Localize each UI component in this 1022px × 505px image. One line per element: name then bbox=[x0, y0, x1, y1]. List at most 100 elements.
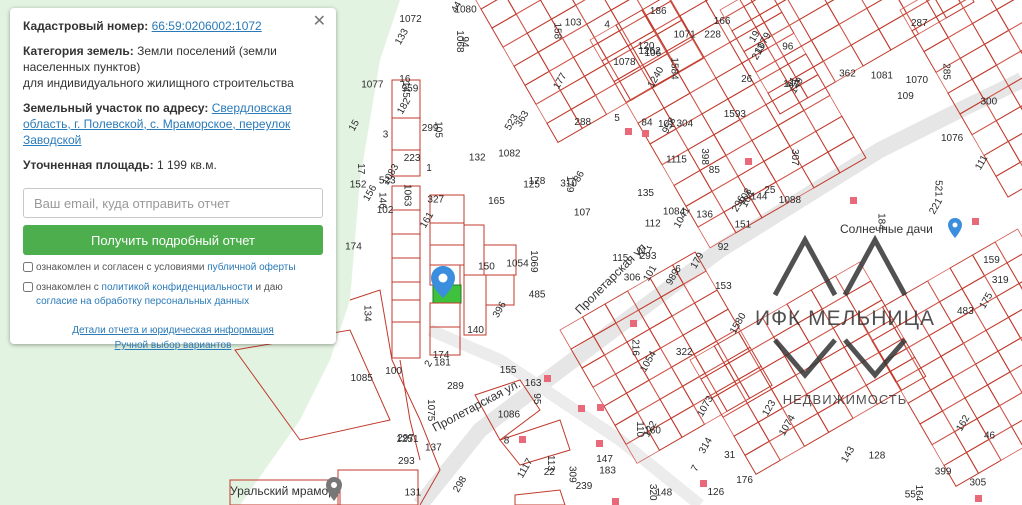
parcel-outline[interactable] bbox=[703, 41, 743, 79]
parcel-outline[interactable] bbox=[671, 302, 707, 336]
parcel-outline[interactable] bbox=[786, 0, 828, 21]
parcel-outline[interactable] bbox=[1010, 412, 1022, 448]
parcel-outline[interactable] bbox=[765, 89, 805, 127]
parcel-outline[interactable] bbox=[599, 0, 636, 11]
parcel-outline[interactable] bbox=[986, 371, 1022, 407]
parcel-outline[interactable] bbox=[850, 28, 892, 67]
parcel-outline[interactable] bbox=[513, 51, 550, 86]
parcel-outline[interactable] bbox=[648, 315, 684, 349]
parcel-outline[interactable] bbox=[713, 119, 753, 157]
parcel-outline[interactable] bbox=[838, 7, 880, 46]
parcel-outline[interactable] bbox=[725, 139, 765, 177]
parcel-outline[interactable] bbox=[931, 431, 968, 467]
consent-privacy-checkbox[interactable] bbox=[23, 282, 33, 292]
parcel-outline[interactable] bbox=[751, 124, 791, 162]
parcel-number: 186 bbox=[650, 6, 667, 17]
parcel-outline[interactable] bbox=[984, 0, 1022, 11]
parcel-outline[interactable] bbox=[700, 364, 737, 399]
parcel-outline[interactable] bbox=[777, 109, 817, 147]
parcel-outline[interactable] bbox=[659, 385, 695, 419]
parcel-number: 152 bbox=[350, 180, 367, 191]
parcel-outline[interactable] bbox=[1007, 126, 1022, 163]
parcel-outline[interactable] bbox=[971, 8, 1010, 46]
manual-select-link[interactable]: Ручной выбор вариантов bbox=[115, 338, 232, 353]
parcel-outline[interactable] bbox=[733, 421, 770, 456]
parcel-outline[interactable] bbox=[1006, 249, 1022, 285]
parcel-outline[interactable] bbox=[689, 345, 726, 380]
parcel-outline[interactable] bbox=[947, 23, 986, 59]
close-icon[interactable]: ✕ bbox=[313, 14, 326, 30]
parcel-outline[interactable] bbox=[983, 29, 1022, 66]
poi-marker-icon[interactable] bbox=[326, 477, 342, 501]
poi-label[interactable]: Уральский мрамор bbox=[230, 484, 335, 498]
email-input[interactable] bbox=[23, 188, 323, 218]
parcel-outline[interactable] bbox=[581, 354, 617, 388]
parcel-outline[interactable] bbox=[670, 353, 706, 387]
parcel-outline[interactable] bbox=[693, 340, 729, 374]
parcel-outline[interactable] bbox=[625, 379, 661, 413]
parcel-outline[interactable] bbox=[603, 392, 639, 426]
parcel-outline[interactable] bbox=[798, 2, 840, 42]
parcel-outline[interactable] bbox=[1008, 15, 1022, 52]
parcel-outline[interactable] bbox=[949, 254, 986, 290]
parcel-outline[interactable] bbox=[693, 0, 733, 2]
parcel-outline[interactable] bbox=[667, 0, 707, 17]
parcel-outline[interactable] bbox=[803, 94, 843, 132]
building-marker bbox=[630, 320, 637, 327]
parcel-outline[interactable] bbox=[814, 0, 856, 5]
parcel-outline[interactable] bbox=[648, 366, 684, 400]
parcel-outline[interactable] bbox=[561, 23, 599, 58]
parcel-outline[interactable] bbox=[999, 392, 1022, 428]
parcel-outline[interactable] bbox=[759, 0, 801, 37]
parcel-outline[interactable] bbox=[963, 329, 999, 365]
personal-data-link[interactable]: согласие на обработку персональных данны… bbox=[36, 296, 249, 307]
parcel-outline[interactable] bbox=[1009, 358, 1022, 394]
parcel-outline[interactable] bbox=[564, 0, 601, 6]
parcel-outline[interactable] bbox=[673, 169, 713, 207]
parcel-outline[interactable] bbox=[947, 0, 986, 4]
parcel-outline[interactable] bbox=[594, 80, 632, 115]
parcel-outline[interactable] bbox=[502, 32, 539, 67]
parcel-outline[interactable] bbox=[985, 316, 1022, 352]
get-report-button[interactable]: Получить подробный отчет bbox=[23, 225, 323, 255]
parcel-outline[interactable] bbox=[535, 89, 572, 124]
parcel-outline[interactable] bbox=[1007, 303, 1022, 339]
parcel-outline[interactable] bbox=[964, 384, 1001, 420]
details-link[interactable]: Детали отчета и юридическая информация bbox=[72, 323, 274, 338]
parcel-outline[interactable] bbox=[995, 161, 1022, 198]
parcel-outline[interactable] bbox=[744, 440, 781, 475]
parcel-outline[interactable] bbox=[537, 37, 575, 72]
parcel-number: 396 bbox=[491, 300, 509, 320]
poi-name: Уральский мрамор bbox=[230, 484, 335, 498]
cadastral-link[interactable]: 66:59:0206002:1072 bbox=[152, 19, 262, 33]
parcel-outline[interactable] bbox=[919, 410, 956, 446]
parcel-outline[interactable] bbox=[815, 115, 855, 153]
public-offer-link[interactable]: публичной оферты bbox=[207, 262, 295, 273]
parcel-outline[interactable] bbox=[965, 438, 1002, 474]
location-pin-icon[interactable] bbox=[431, 266, 455, 298]
parcel-outline[interactable] bbox=[504, 0, 542, 15]
parcel-outline[interactable] bbox=[491, 13, 528, 48]
parcel-outline[interactable] bbox=[971, 120, 1009, 157]
poi-label[interactable]: Солнечные дачи bbox=[840, 222, 933, 236]
parcel-outline[interactable] bbox=[810, 23, 852, 62]
parcel-outline[interactable] bbox=[974, 350, 1011, 386]
parcel-outline[interactable] bbox=[693, 289, 729, 323]
parcel-outline[interactable] bbox=[677, 56, 717, 94]
parcel-number: 160 bbox=[644, 426, 661, 437]
consent-offer-text: ознакомлен и согласен с условиями bbox=[36, 262, 208, 273]
parcel-outline[interactable] bbox=[731, 0, 771, 8]
parcel-number: 314 bbox=[697, 435, 715, 455]
parcel-outline[interactable] bbox=[792, 412, 830, 447]
parcel-outline[interactable] bbox=[592, 373, 628, 407]
parcel-outline[interactable] bbox=[923, 0, 962, 18]
privacy-policy-link[interactable]: политикой конфиденциальности bbox=[102, 282, 253, 293]
consent-offer-checkbox[interactable] bbox=[23, 262, 33, 272]
parcel-outline[interactable] bbox=[539, 0, 577, 20]
parcel-outline[interactable] bbox=[704, 359, 740, 393]
parcel-outline[interactable] bbox=[515, 0, 553, 34]
parcel-outline[interactable] bbox=[959, 43, 998, 80]
parcel-outline[interactable] bbox=[952, 363, 989, 399]
parcel-outline[interactable] bbox=[689, 77, 729, 115]
parcel-outline[interactable] bbox=[996, 0, 1022, 32]
